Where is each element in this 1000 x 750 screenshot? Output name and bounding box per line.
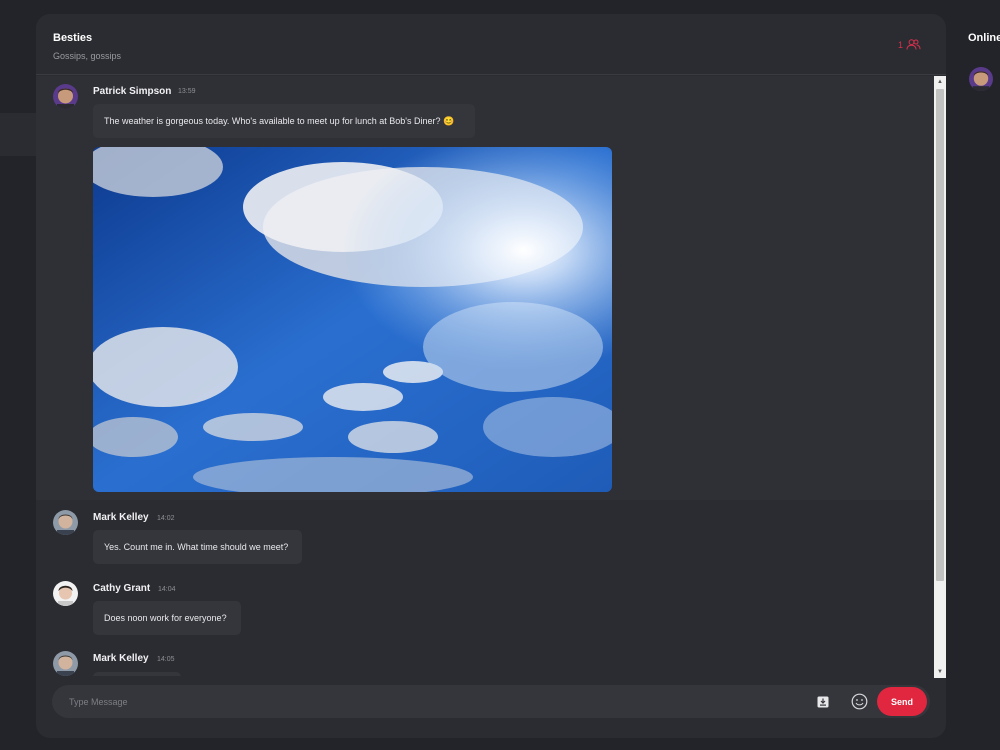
message-bubble: The weather is gorgeous today. Who's ava… (93, 104, 475, 138)
message-bubble: Yes. Count me in. What time should we me… (93, 530, 302, 564)
member-count: 1 (898, 40, 904, 50)
users-icon (906, 38, 921, 52)
online-title: Online (968, 32, 1000, 44)
message-time: 14:04 (158, 586, 176, 593)
chat-subtitle: Gossips, gossips (53, 51, 122, 61)
message-author[interactable]: Patrick Simpson (93, 86, 171, 97)
message-author[interactable]: Mark Kelley (93, 512, 149, 523)
scroll-down-icon[interactable]: ▼ (934, 666, 946, 678)
online-user-avatar[interactable] (969, 67, 993, 91)
scroll-up-icon[interactable]: ▲ (934, 76, 946, 88)
avatar[interactable] (53, 581, 78, 606)
attachment-icon[interactable] (817, 695, 829, 708)
message-author[interactable]: Mark Kelley (93, 653, 149, 664)
avatar[interactable] (53, 510, 78, 535)
message-time: 14:05 (157, 656, 175, 663)
chat-header: Besties Gossips, gossips 1 (36, 14, 946, 75)
message-time: 13:59 (178, 88, 196, 95)
chat-title: Besties (53, 32, 93, 44)
send-button[interactable]: Send (877, 687, 927, 716)
message-input[interactable] (69, 685, 789, 718)
message-composer: Send (52, 685, 930, 718)
message-author[interactable]: Cathy Grant (93, 583, 150, 594)
message-time: 14:02 (157, 515, 175, 522)
avatar[interactable] (53, 84, 78, 109)
members-button[interactable]: 1 (898, 38, 921, 52)
message-bubble: Does noon work for everyone? (93, 601, 241, 635)
sky-photo[interactable] (93, 147, 612, 492)
message-bubble (93, 672, 181, 676)
emoji-icon[interactable] (851, 693, 868, 710)
scroll-thumb[interactable] (936, 89, 944, 581)
avatar[interactable] (53, 651, 78, 676)
sidebar-active-item[interactable] (0, 113, 36, 156)
scrollbar[interactable]: ▲ ▼ (934, 76, 946, 678)
message-list[interactable]: Patrick Simpson 13:59 The weather is gor… (36, 76, 934, 676)
chat-panel: Besties Gossips, gossips 1 Patrick Simps… (36, 14, 946, 738)
